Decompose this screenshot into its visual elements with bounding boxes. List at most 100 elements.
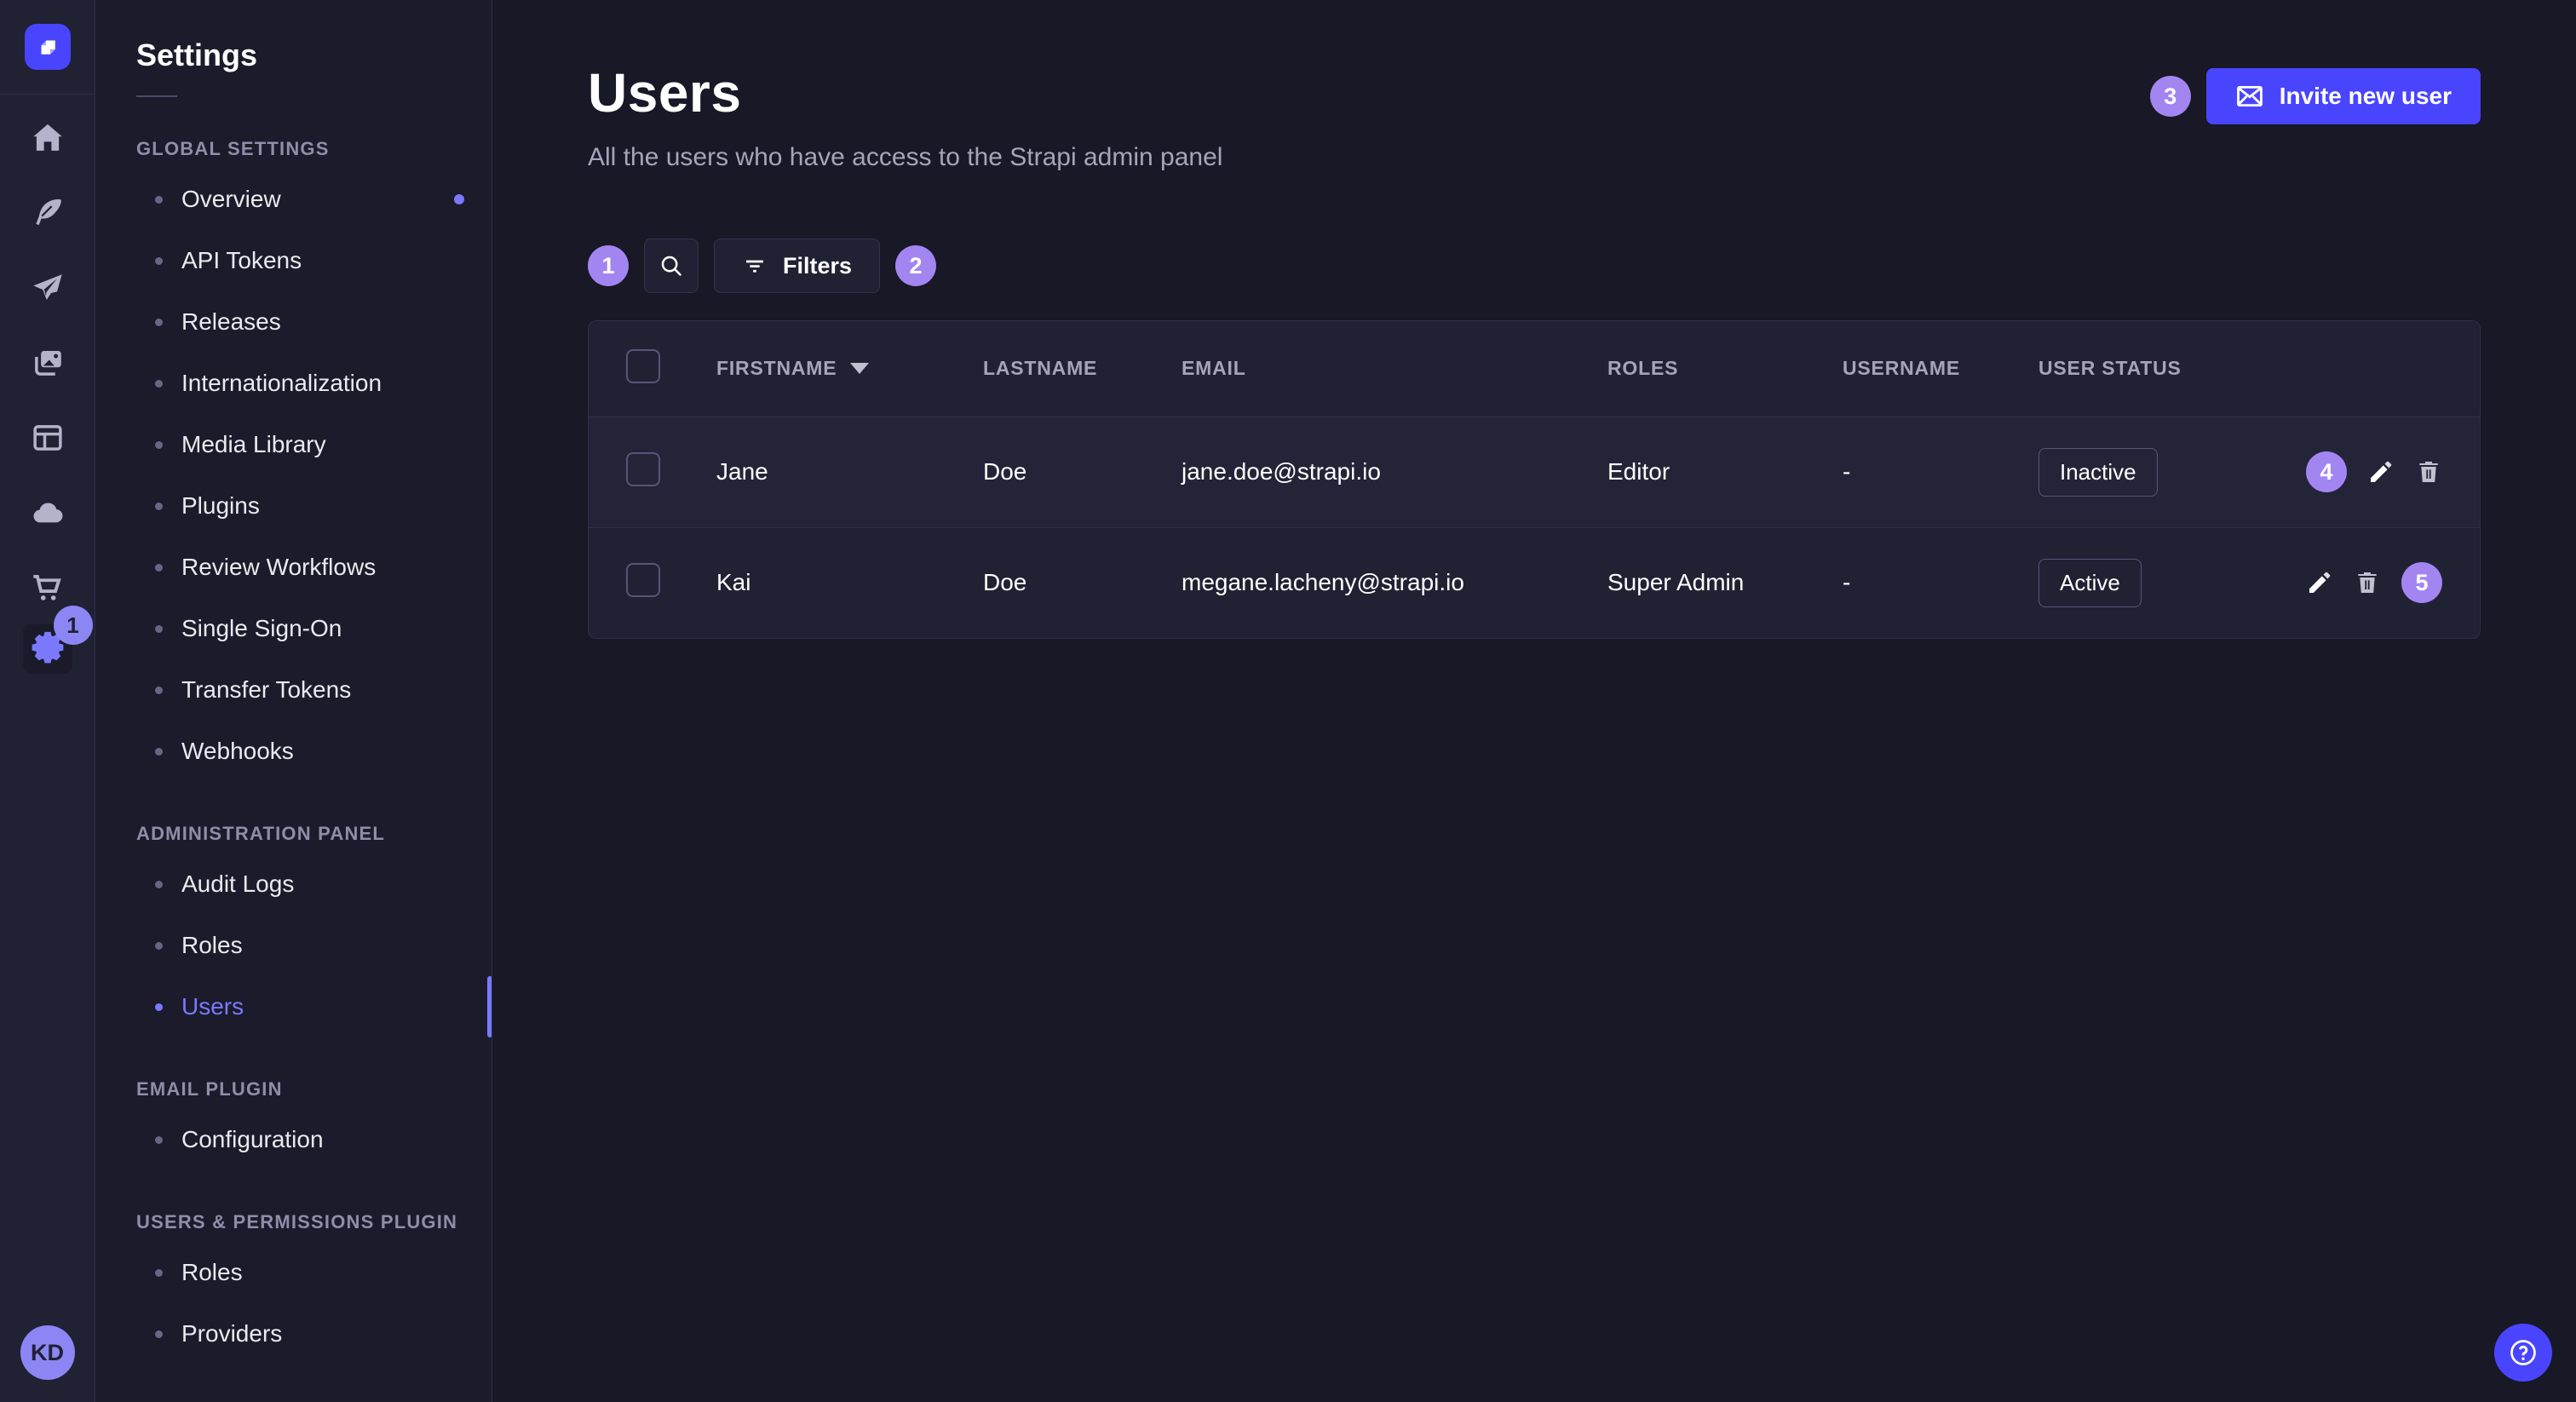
bullet-dot (155, 380, 163, 388)
subnav-item-up-roles[interactable]: Roles (95, 1242, 492, 1303)
column-header-username[interactable]: USERNAME (1808, 321, 2004, 417)
bullet-dot (155, 503, 163, 510)
delete-user-button[interactable] (2354, 569, 2381, 596)
subnav-item-api-tokens[interactable]: API Tokens (95, 230, 492, 291)
delete-user-button[interactable] (2415, 458, 2442, 486)
table-header-row: FIRSTNAME LASTNAME EMAIL ROLES USERNAME … (589, 321, 2480, 417)
cell-lastname: Doe (949, 527, 1147, 638)
bullet-dot (155, 625, 163, 633)
subnav-item-providers[interactable]: Providers (95, 1303, 492, 1365)
settings-notification-badge: 1 (54, 606, 93, 645)
subnav-item-review-workflows[interactable]: Review Workflows (95, 537, 492, 598)
select-all-checkbox[interactable] (626, 349, 660, 383)
subnav-item-single-sign-on[interactable]: Single Sign-On (95, 598, 492, 659)
bullet-dot (155, 1330, 163, 1338)
subnav-item-releases[interactable]: Releases (95, 291, 492, 353)
bullet-dot (155, 748, 163, 756)
bullet-dot (155, 1003, 163, 1011)
bullet-dot (155, 319, 163, 326)
edit-user-button[interactable] (2367, 458, 2395, 486)
cell-roles: Super Admin (1573, 527, 1808, 638)
bullet-dot (155, 881, 163, 888)
overview-notification-dot (454, 194, 464, 204)
strapi-logo-icon (35, 34, 60, 60)
column-header-lastname[interactable]: LASTNAME (949, 321, 1147, 417)
sort-caret-down-icon[interactable] (850, 363, 869, 374)
main-nav-rail: 1 KD (0, 0, 95, 1402)
cell-firstname: Jane (682, 417, 949, 527)
bullet-dot (155, 1269, 163, 1277)
home-button[interactable] (23, 120, 72, 156)
page-title: Users (588, 61, 1222, 124)
search-icon (658, 253, 684, 279)
bullet-dot (155, 564, 163, 572)
annotation-badge-1: 1 (588, 245, 629, 286)
column-header-roles[interactable]: ROLES (1573, 321, 1808, 417)
pencil-icon (2306, 569, 2333, 596)
subnav-item-users-active[interactable]: Users (95, 976, 492, 1037)
media-library-button[interactable] (23, 345, 72, 381)
filters-button[interactable]: Filters (714, 238, 880, 293)
status-badge-inactive: Inactive (2038, 448, 2158, 497)
page-subtitle: All the users who have access to the Str… (588, 143, 1222, 172)
bullet-dot (155, 1136, 163, 1144)
marketplace-button[interactable] (23, 570, 72, 606)
cloud-button[interactable] (23, 495, 72, 531)
row-checkbox[interactable] (626, 452, 660, 486)
feather-icon (30, 195, 66, 231)
deploy-button[interactable] (23, 270, 72, 306)
paper-plane-icon (30, 270, 66, 306)
settings-subnav: Settings GLOBAL SETTINGS Overview API To… (95, 0, 492, 1402)
subnav-item-webhooks[interactable]: Webhooks (95, 721, 492, 782)
media-library-icon (30, 345, 66, 381)
column-header-user-status[interactable]: USER STATUS (2004, 321, 2251, 417)
users-table: FIRSTNAME LASTNAME EMAIL ROLES USERNAME … (589, 321, 2480, 638)
bullet-dot (155, 687, 163, 694)
subnav-item-plugins[interactable]: Plugins (95, 475, 492, 537)
pencil-icon (2367, 458, 2395, 486)
subnav-item-internationalization[interactable]: Internationalization (95, 353, 492, 414)
subnav-item-overview[interactable]: Overview (95, 169, 492, 230)
cell-firstname: Kai (682, 527, 949, 638)
cell-email: megane.lacheny@strapi.io (1147, 527, 1573, 638)
settings-button-active[interactable]: 1 (23, 624, 72, 674)
edit-user-button[interactable] (2306, 569, 2333, 596)
user-avatar[interactable]: KD (20, 1325, 75, 1380)
section-header-global-settings: GLOBAL SETTINGS (95, 138, 492, 160)
users-table-card: FIRSTNAME LASTNAME EMAIL ROLES USERNAME … (588, 320, 2481, 639)
subnav-item-configuration[interactable]: Configuration (95, 1109, 492, 1170)
content-builder-button[interactable] (23, 195, 72, 231)
annotation-badge-3: 3 (2150, 76, 2191, 117)
cell-lastname: Doe (949, 417, 1147, 527)
row-checkbox[interactable] (626, 563, 660, 597)
help-button[interactable] (2494, 1324, 2552, 1382)
subnav-title-underline (136, 95, 177, 97)
column-header-email[interactable]: EMAIL (1147, 321, 1573, 417)
column-header-firstname[interactable]: FIRSTNAME (716, 357, 837, 380)
subnav-item-audit-logs[interactable]: Audit Logs (95, 853, 492, 915)
bullet-dot (155, 257, 163, 265)
cell-username: - (1808, 527, 2004, 638)
strapi-logo[interactable] (25, 24, 71, 70)
subnav-item-media-library[interactable]: Media Library (95, 414, 492, 475)
cell-roles: Editor (1573, 417, 1808, 527)
subnav-item-admin-roles[interactable]: Roles (95, 915, 492, 976)
content-manager-button[interactable] (23, 420, 72, 456)
bullet-dot (155, 942, 163, 950)
bullet-dot (155, 196, 163, 204)
rail-divider (0, 94, 95, 95)
annotation-badge-2: 2 (895, 245, 936, 286)
table-row-jane[interactable]: Jane Doe jane.doe@strapi.io Editor - Ina… (589, 417, 2480, 527)
trash-icon (2354, 569, 2381, 596)
section-header-email-plugin: EMAIL PLUGIN (95, 1078, 492, 1100)
filter-icon (742, 253, 768, 279)
trash-icon (2415, 458, 2442, 486)
bullet-dot (155, 441, 163, 449)
table-row-kai[interactable]: Kai Doe megane.lacheny@strapi.io Super A… (589, 527, 2480, 638)
cell-username: - (1808, 417, 2004, 527)
cell-email: jane.doe@strapi.io (1147, 417, 1573, 527)
invite-new-user-button[interactable]: Invite new user (2206, 68, 2481, 124)
subnav-item-transfer-tokens[interactable]: Transfer Tokens (95, 659, 492, 721)
annotation-badge-4: 4 (2306, 451, 2347, 492)
search-button[interactable] (644, 238, 699, 293)
